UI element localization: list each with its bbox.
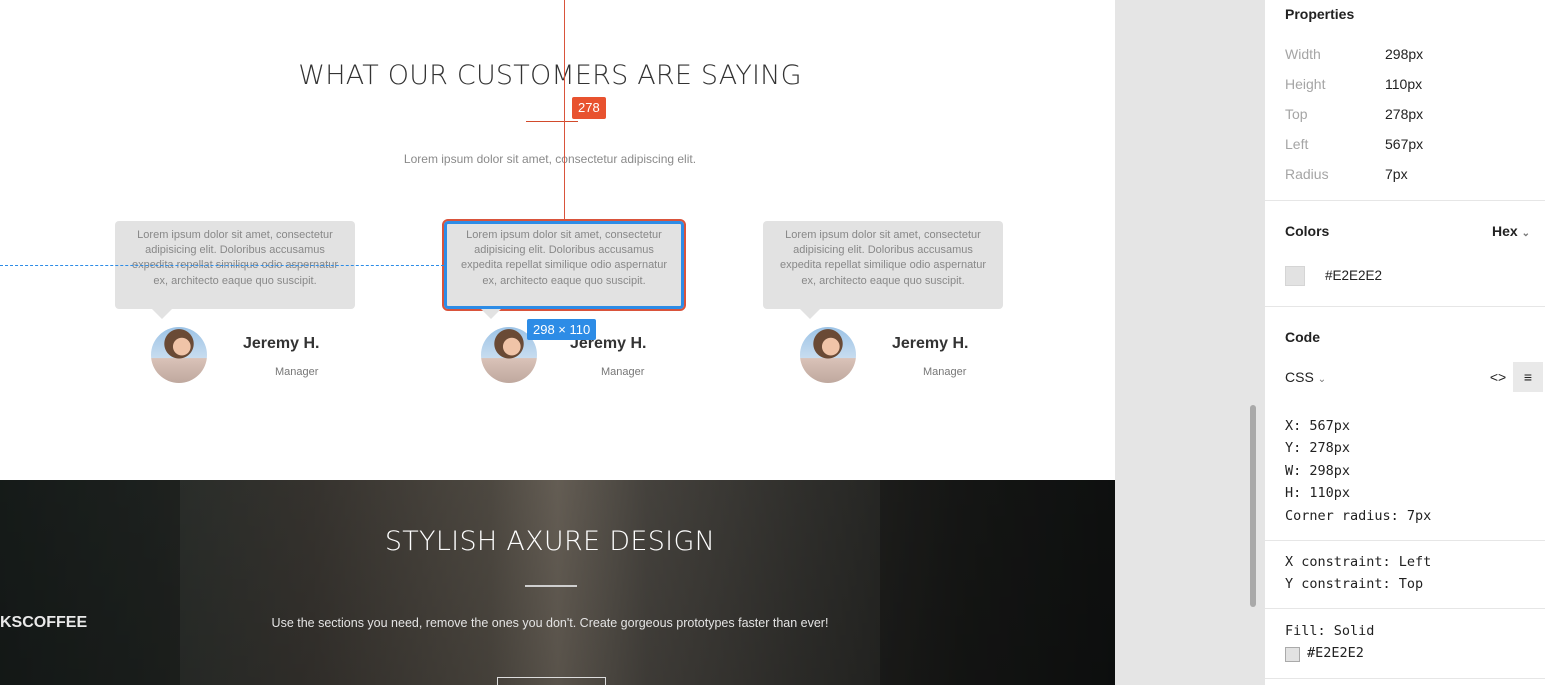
testimonial-name: Jeremy H. (243, 335, 320, 352)
testimonial-bubble[interactable]: Lorem ipsum dolor sit amet, consectetur … (763, 221, 1003, 319)
code-language-dropdown[interactable]: CSS ⌄ (1285, 369, 1326, 385)
building-shadow (880, 480, 1115, 685)
code-line: X constraint: Left (1285, 554, 1432, 570)
testimonial-name: Jeremy H. (892, 335, 969, 352)
property-label-left: Left (1285, 136, 1309, 152)
code-line: H: 110px (1285, 485, 1351, 501)
testimonial-role: Manager (923, 366, 967, 378)
avatar[interactable] (800, 327, 856, 383)
fill-color-value: #E2E2E2 (1307, 645, 1364, 661)
color-swatch[interactable] (1285, 266, 1305, 286)
chevron-down-icon: ⌄ (1317, 374, 1327, 385)
section-title: WHAT OUR CUSTOMERS ARE SAYING (298, 60, 802, 91)
testimonial-role: Manager (601, 366, 645, 378)
align-left-icon[interactable]: ≡ (1513, 362, 1543, 392)
canvas-gutter (1115, 0, 1265, 685)
fill-type-line: Fill: Solid (1285, 623, 1375, 639)
bubble-arrow (481, 309, 501, 319)
avatar[interactable] (151, 327, 207, 383)
scrollbar-thumb[interactable] (1250, 405, 1256, 607)
testimonial-quote: Lorem ipsum dolor sit amet, consectetur … (779, 229, 987, 287)
design-canvas[interactable]: WHAT OUR CUSTOMERS ARE SAYING Lorem ipsu… (0, 0, 1115, 685)
property-label-top: Top (1285, 106, 1308, 122)
divider (1265, 306, 1545, 307)
bubble-arrow (152, 309, 172, 319)
code-line: Y: 278px (1285, 440, 1351, 456)
hero-text: Use the sections you need, remove the on… (271, 616, 829, 630)
measure-guide-vertical (564, 0, 565, 221)
color-format-label: Hex (1492, 223, 1518, 239)
code-line: Corner radius: 7px (1285, 508, 1432, 524)
bubble-arrow (800, 309, 820, 319)
code-line: Y constraint: Top (1285, 576, 1424, 592)
divider (1265, 608, 1545, 609)
section-subtitle: Lorem ipsum dolor sit amet, consectetur … (403, 152, 697, 166)
testimonial-bubble-selected[interactable]: Lorem ipsum dolor sit amet, consectetur … (442, 219, 686, 319)
property-label-width: Width (1285, 46, 1321, 62)
property-value-top[interactable]: 278px (1385, 106, 1423, 122)
fill-color-swatch (1285, 647, 1300, 662)
hero-button[interactable] (497, 677, 606, 685)
divider (1265, 678, 1545, 679)
property-value-width[interactable]: 298px (1385, 46, 1423, 62)
property-value-left[interactable]: 567px (1385, 136, 1423, 152)
testimonial-role: Manager (275, 366, 319, 378)
code-line: X: 567px (1285, 418, 1351, 434)
divider (1265, 200, 1545, 201)
size-badge: 298 × 110 (527, 319, 597, 340)
property-label-height: Height (1285, 76, 1326, 92)
inspector-panel: Properties Width 298px Height 110px Top … (1265, 0, 1545, 685)
code-line: W: 298px (1285, 463, 1351, 479)
property-label-radius: Radius (1285, 166, 1329, 182)
property-value-radius[interactable]: 7px (1385, 166, 1408, 182)
hero-section[interactable]: KSCOFFEE STYLISH AXURE DESIGN Use the se… (0, 480, 1115, 685)
property-value-height[interactable]: 110px (1385, 76, 1422, 92)
measure-guide-horizontal (0, 265, 444, 266)
code-brackets-icon[interactable]: <> (1483, 362, 1513, 392)
chevron-down-icon: ⌄ (1521, 228, 1530, 239)
testimonial-quote: Lorem ipsum dolor sit amet, consectetur … (460, 229, 668, 287)
color-format-dropdown[interactable]: Hex ⌄ (1492, 223, 1530, 239)
divider (1265, 540, 1545, 541)
title-underline (526, 121, 578, 122)
hero-underline (525, 585, 577, 587)
testimonial-quote: Lorem ipsum dolor sit amet, consectetur … (131, 229, 339, 287)
code-heading: Code (1285, 329, 1320, 345)
properties-heading: Properties (1285, 6, 1355, 22)
code-language-label: CSS (1285, 369, 1314, 385)
colors-heading: Colors (1285, 223, 1330, 239)
hero-title: STYLISH AXURE DESIGN (384, 526, 716, 557)
building-shadow (0, 480, 180, 685)
distance-badge: 278 (572, 97, 606, 119)
color-swatch-value[interactable]: #E2E2E2 (1325, 268, 1382, 283)
